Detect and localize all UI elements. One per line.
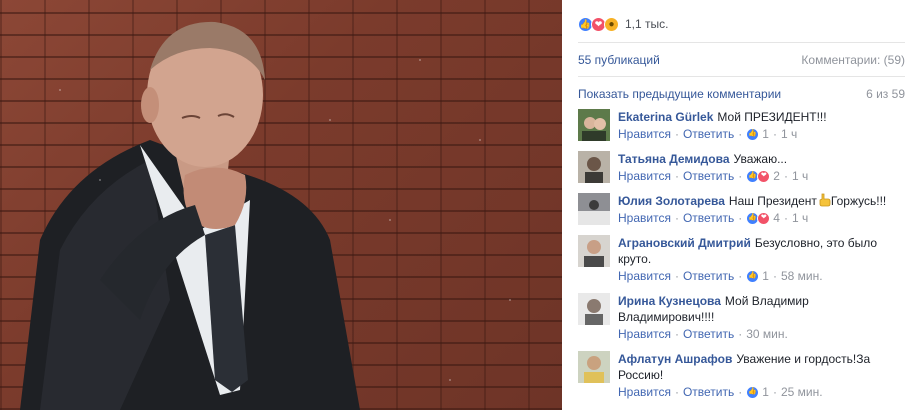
comment-actions: Нравится · Ответить · 👍 ❤ 2 · 1 ч: [618, 168, 809, 184]
comment-time[interactable]: 30 мин.: [746, 326, 788, 342]
reaction-count[interactable]: 4: [773, 210, 780, 226]
reactions-summary[interactable]: 👍 ❤ ● 1,1 тыс.: [578, 14, 668, 34]
comments-pager: 6 из 59: [866, 87, 905, 101]
comment-actions: Нравится · Ответить · 👍 1 · 58 мин.: [618, 268, 823, 284]
divider: [578, 76, 905, 77]
comment-item: Аграновский Дмитрий Безусловно, это было …: [578, 235, 905, 284]
comment-time[interactable]: 1 ч: [792, 210, 808, 226]
like-link[interactable]: Нравится: [618, 126, 671, 142]
reply-link[interactable]: Ответить: [683, 210, 734, 226]
comment-item: Ирина Кузнецова Мой Владимир Владимирович…: [578, 293, 905, 342]
comment-text: Уважаю...: [733, 152, 788, 166]
show-previous-comments-link[interactable]: Показать предыдущие комментарии: [578, 87, 781, 101]
avatar[interactable]: [578, 293, 610, 325]
like-link[interactable]: Нравится: [618, 210, 671, 226]
comment-actions: Нравится · Ответить · 30 мин.: [618, 326, 788, 342]
like-link[interactable]: Нравится: [618, 268, 671, 284]
wow-icon: ●: [604, 16, 619, 32]
reactions-count: 1,1 тыс.: [625, 17, 669, 31]
reaction-count[interactable]: 1: [762, 126, 769, 142]
publications-link[interactable]: 55 публикаций: [578, 53, 660, 67]
reply-link[interactable]: Ответить: [683, 326, 734, 342]
pointing-hand-emoji: [819, 193, 831, 207]
avatar[interactable]: [578, 151, 610, 183]
like-icon: 👍: [746, 127, 760, 141]
comments-panel: 👍 ❤ ● 1,1 тыс. 55 публикаций Комментарии…: [562, 0, 913, 410]
comment-actions: Нравится · Ответить · 👍 1 · 25 мин.: [618, 384, 823, 400]
comment-text: Наш Президент: [728, 194, 817, 208]
reaction-count[interactable]: 2: [773, 168, 780, 184]
comment-author[interactable]: Афлатун Ашрафов: [618, 352, 732, 366]
reaction-count[interactable]: 1: [762, 384, 769, 400]
comment-author[interactable]: Ekaterina Gürlek: [618, 110, 713, 124]
avatar[interactable]: [578, 109, 610, 141]
comment-time[interactable]: 1 ч: [792, 168, 808, 184]
comment-text: Горжусь!!!: [830, 194, 887, 208]
divider: [578, 42, 905, 43]
avatar[interactable]: [578, 351, 610, 383]
comments-count[interactable]: Комментарии: (59): [801, 53, 905, 67]
comment-item: Ekaterina Gürlek Мой ПРЕЗИДЕНТ!!! Нравитс…: [578, 109, 905, 142]
comment-actions: Нравится · Ответить · 👍 1 · 1 ч: [618, 126, 798, 142]
comment-author[interactable]: Аграновский Дмитрий: [618, 236, 751, 250]
comment-author[interactable]: Юлия Золотарева: [618, 194, 725, 208]
love-icon: ❤: [757, 211, 771, 225]
reply-link[interactable]: Ответить: [683, 126, 734, 142]
previous-comments-bar: Показать предыдущие комментарии 6 из 59: [578, 87, 905, 101]
avatar[interactable]: [578, 235, 610, 267]
reply-link[interactable]: Ответить: [683, 168, 734, 184]
reaction-count[interactable]: 1: [762, 268, 769, 284]
comment-item: Афлатун Ашрафов Уважение и гордость!За Ро…: [578, 351, 905, 400]
comment-author[interactable]: Татьяна Демидова: [618, 152, 730, 166]
comment-text: Мой ПРЕЗИДЕНТ!!!: [717, 110, 827, 124]
avatar[interactable]: [578, 193, 610, 225]
reply-link[interactable]: Ответить: [683, 268, 734, 284]
like-link[interactable]: Нравится: [618, 168, 671, 184]
comment-time[interactable]: 1 ч: [781, 126, 797, 142]
like-icon: 👍: [746, 385, 760, 399]
man-in-rain-photo: [20, 21, 511, 410]
comment-item: Татьяна Демидова Уважаю... Нравится · Отве…: [578, 151, 905, 184]
post-photo[interactable]: [0, 0, 562, 410]
love-icon: ❤: [757, 169, 771, 183]
comment-time[interactable]: 58 мин.: [781, 268, 823, 284]
comment-author[interactable]: Ирина Кузнецова: [618, 294, 721, 308]
reply-link[interactable]: Ответить: [683, 384, 734, 400]
like-link[interactable]: Нравится: [618, 384, 671, 400]
like-link[interactable]: Нравится: [618, 326, 671, 342]
post-stats: 55 публикаций Комментарии: (59): [578, 53, 905, 67]
like-icon: 👍: [746, 269, 760, 283]
comment-item: Юлия Золотарева Наш Президент Горжусь!!! Н…: [578, 193, 905, 226]
comment-time[interactable]: 25 мин.: [781, 384, 823, 400]
comment-actions: Нравится · Ответить · 👍 ❤ 4 · 1 ч: [618, 210, 809, 226]
